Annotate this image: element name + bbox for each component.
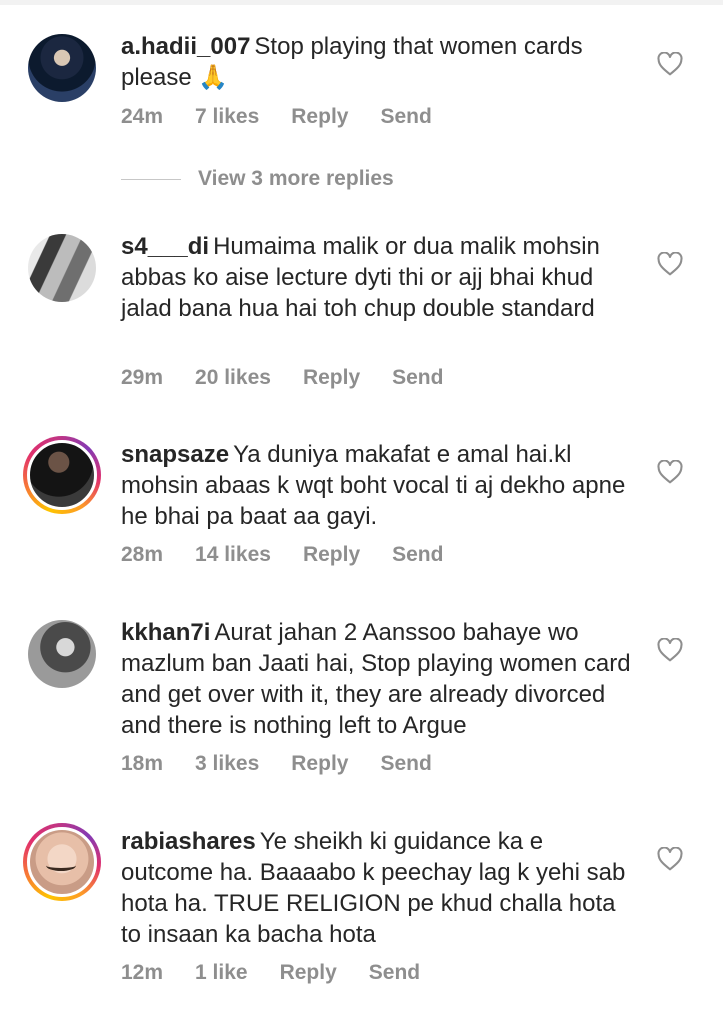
avatar[interactable]: [23, 436, 101, 514]
send-button[interactable]: Send: [380, 752, 431, 776]
reply-button[interactable]: Reply: [303, 543, 360, 567]
comment-username[interactable]: rabiashares: [121, 828, 256, 855]
comment-time: 29m: [121, 366, 164, 389]
view-more-replies-button[interactable]: View 3 more replies: [121, 166, 394, 192]
comment-meta: 24m 7 likes Reply Send: [121, 105, 464, 129]
comment-likes[interactable]: 1 like: [195, 961, 248, 985]
comment-likes[interactable]: 3 likes: [195, 752, 259, 776]
avatar[interactable]: [28, 620, 96, 688]
comment-username[interactable]: kkhan7i: [121, 619, 210, 646]
comment-body: a.hadii_007 Stop playing that women cards…: [121, 31, 641, 93]
replies-divider-line: [121, 178, 181, 180]
comment-meta: 18m 3 likes Reply Send: [121, 752, 464, 776]
avatar-image: [28, 34, 96, 102]
avatar[interactable]: [23, 823, 101, 901]
comment-body: kkhan7i Aurat jahan 2 Aanssoo bahaye wo m…: [121, 617, 641, 741]
avatar-image: [27, 827, 97, 897]
comment-time: 18m: [121, 752, 164, 775]
comment-body: rabiashares Ye sheikh ki guidance ka e ou…: [121, 826, 641, 950]
comment-meta: 28m 14 likes Reply Send: [121, 543, 475, 567]
heart-icon[interactable]: [657, 638, 683, 662]
comment-body: s4___di Humaima malik or dua malik mohsin…: [121, 231, 641, 324]
comment-likes[interactable]: 14 likes: [195, 543, 271, 567]
heart-icon[interactable]: [657, 52, 683, 76]
comment-meta: 12m 1 like Reply Send: [121, 961, 452, 985]
comment-time: 12m: [121, 961, 164, 984]
comment-username[interactable]: s4___di: [121, 233, 209, 260]
reply-button[interactable]: Reply: [303, 366, 360, 390]
send-button[interactable]: Send: [392, 543, 443, 567]
reply-button[interactable]: Reply: [280, 961, 337, 985]
avatar-image: [28, 234, 96, 302]
comment-time: 24m: [121, 105, 164, 128]
reply-button[interactable]: Reply: [291, 752, 348, 776]
view-more-replies-label: View 3 more replies: [198, 167, 394, 190]
comment-username[interactable]: snapsaze: [121, 441, 229, 468]
comment-time: 28m: [121, 543, 164, 566]
avatar[interactable]: [28, 34, 96, 102]
reply-button[interactable]: Reply: [291, 105, 348, 129]
top-divider: [0, 0, 723, 5]
heart-icon[interactable]: [657, 460, 683, 484]
send-button[interactable]: Send: [369, 961, 420, 985]
send-button[interactable]: Send: [392, 366, 443, 390]
send-button[interactable]: Send: [380, 105, 431, 129]
comment-likes[interactable]: 20 likes: [195, 366, 271, 390]
comment-likes[interactable]: 7 likes: [195, 105, 259, 129]
avatar-image: [27, 440, 97, 510]
comment-meta: 29m 20 likes Reply Send: [121, 366, 475, 390]
avatar[interactable]: [28, 234, 96, 302]
heart-icon[interactable]: [657, 847, 683, 871]
heart-icon[interactable]: [657, 252, 683, 276]
comment-body: snapsaze Ya duniya makafat e amal hai.kl …: [121, 439, 641, 532]
comment-username[interactable]: a.hadii_007: [121, 33, 250, 60]
avatar-image: [28, 620, 96, 688]
